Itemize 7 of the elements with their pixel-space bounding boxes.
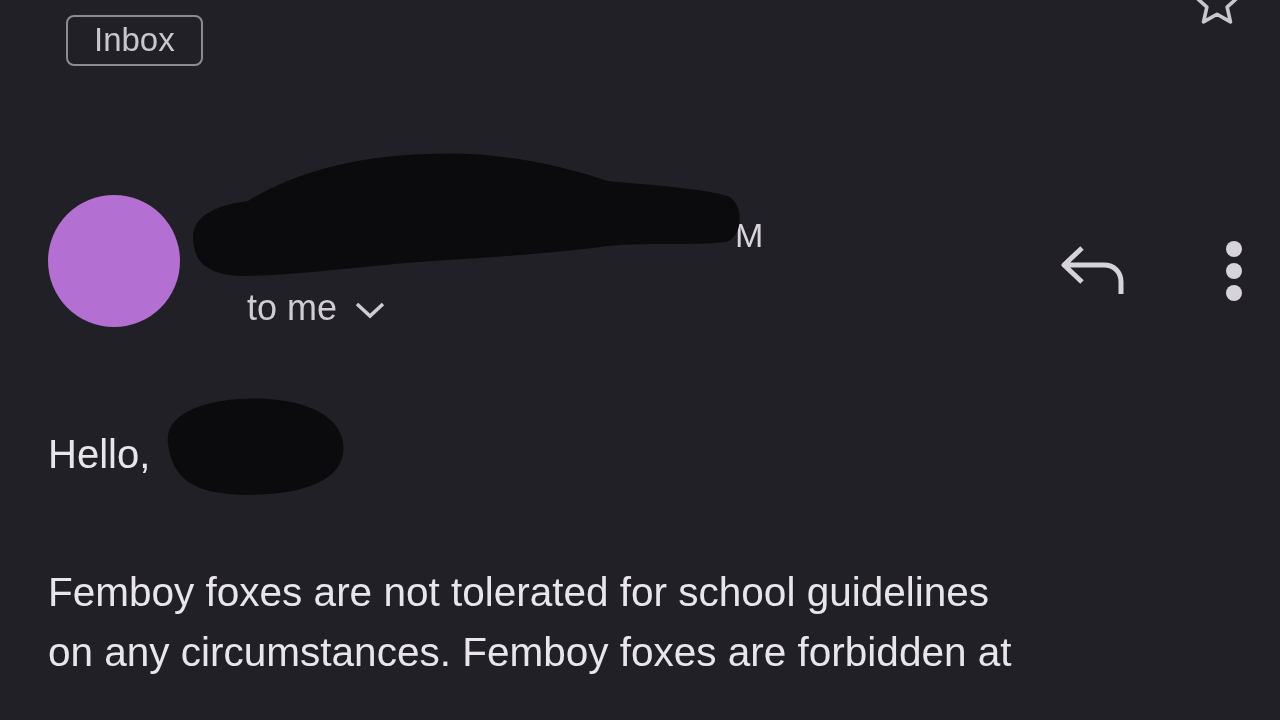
message-line: Femboy foxes are not tolerated for school guidelines [48, 568, 991, 617]
label-chip[interactable]: Inbox [66, 15, 203, 67]
sender-name: M [735, 214, 765, 256]
more-options-icon[interactable] [1224, 240, 1244, 302]
recipient-text: to me [247, 285, 338, 330]
greeting-text: Hello, [48, 431, 151, 478]
message-line: on any circumstances. Femboy foxes are forbidden at [48, 628, 1013, 677]
